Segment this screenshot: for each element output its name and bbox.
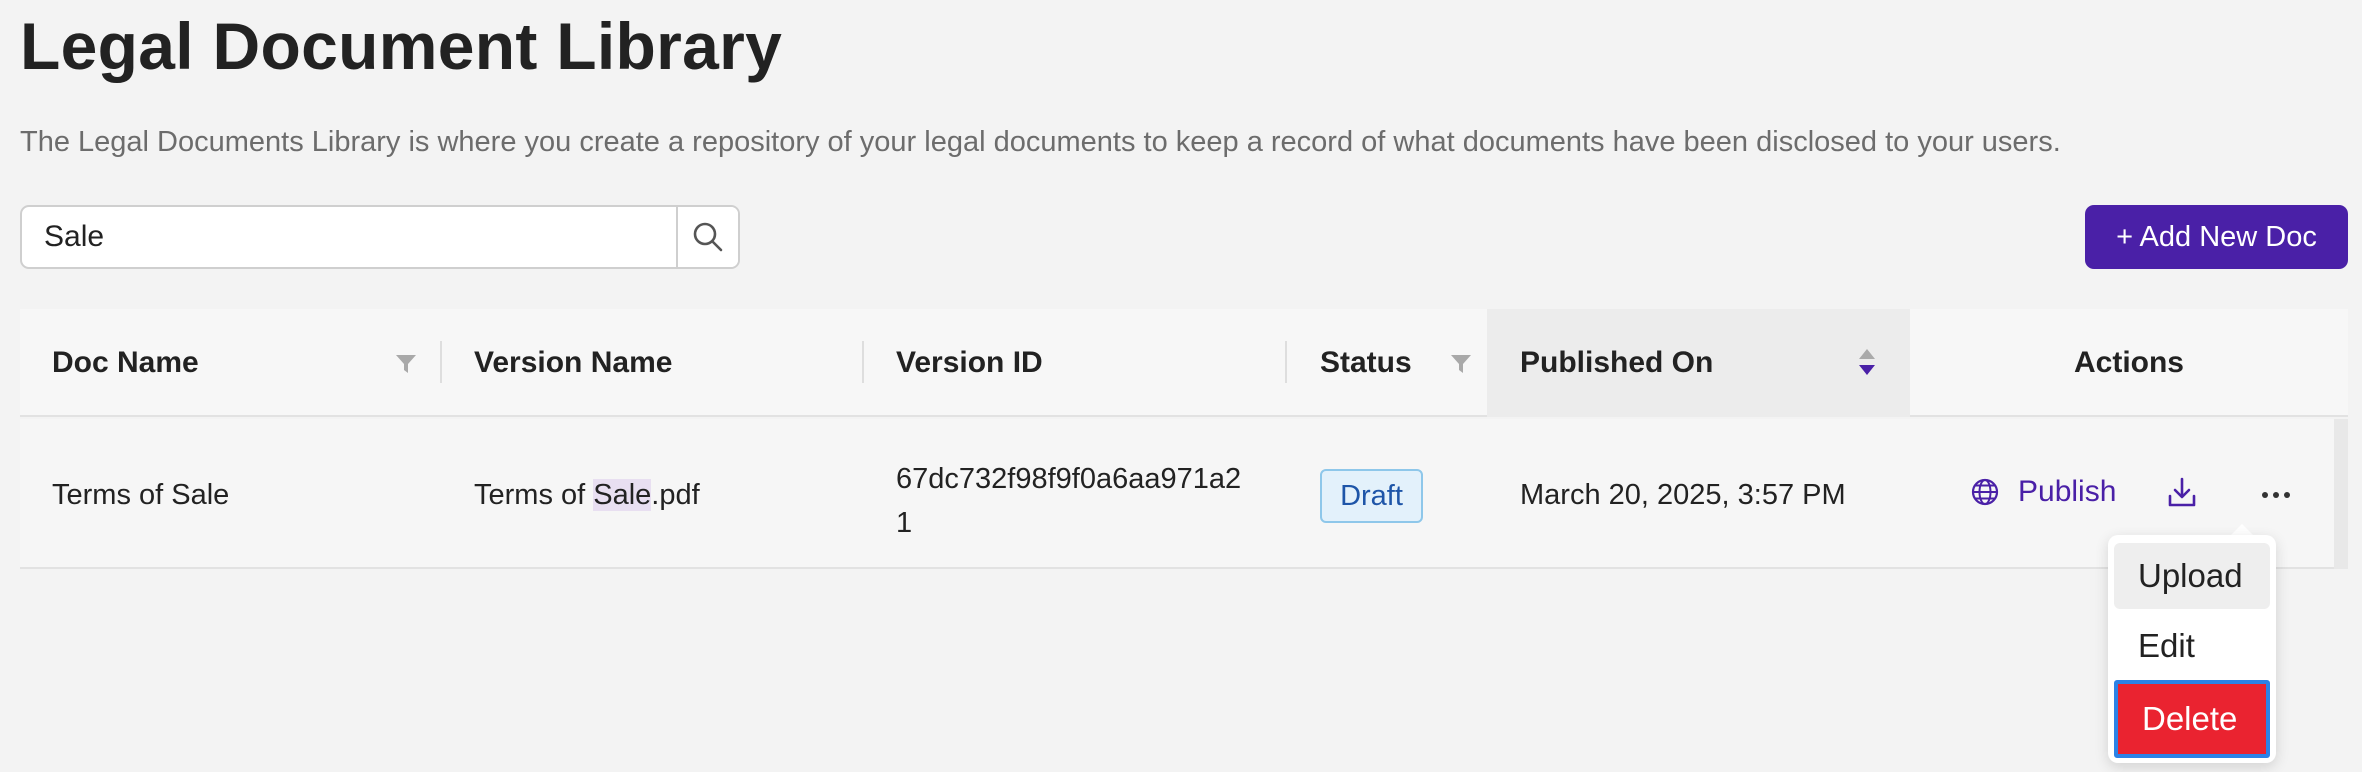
filter-icon[interactable]	[395, 353, 417, 375]
publish-label: Publish	[2018, 475, 2117, 508]
menu-item-edit[interactable]: Edit	[2114, 613, 2270, 679]
doc-name-cell: Terms of Sale	[52, 479, 230, 511]
column-header-version-id[interactable]: Version ID	[864, 309, 1287, 417]
column-header-version-name[interactable]: Version Name	[442, 309, 864, 417]
column-header-actions: Actions	[1910, 309, 2348, 417]
search-input[interactable]	[22, 207, 676, 267]
page-description: The Legal Documents Library is where you…	[20, 126, 2061, 158]
globe-icon	[1971, 478, 1999, 506]
version-id-cell: 67dc732f98f9f0a6aa971a2 1	[896, 457, 1241, 545]
download-icon[interactable]	[2166, 476, 2198, 510]
column-label: Actions	[2073, 346, 2184, 379]
search-button[interactable]	[676, 207, 738, 267]
column-label: Version Name	[474, 346, 673, 379]
version-name-suffix: .pdf	[651, 479, 700, 511]
version-name-prefix: Terms of	[474, 479, 594, 511]
column-label: Doc Name	[52, 346, 199, 379]
sort-icon[interactable]	[1857, 347, 1877, 377]
publish-button[interactable]: Publish	[1970, 475, 2116, 509]
search-highlight: Sale	[593, 479, 652, 511]
column-label: Version ID	[896, 346, 1043, 379]
search-icon	[693, 222, 723, 252]
actions-dropdown-menu: Upload Edit Delete	[2108, 535, 2276, 763]
version-id-line: 67dc732f98f9f0a6aa971a2	[896, 463, 1242, 495]
status-badge: Draft	[1320, 469, 1423, 523]
page-title: Legal Document Library	[20, 9, 783, 83]
published-on-cell: March 20, 2025, 3:57 PM	[1520, 479, 1846, 511]
column-label: Status	[1320, 346, 1412, 379]
search-box	[20, 205, 740, 269]
more-options-icon[interactable]	[2261, 491, 2291, 499]
filter-icon[interactable]	[1450, 353, 1472, 375]
documents-table: Doc Name Version Name Version ID Status …	[20, 309, 2348, 571]
version-id-line: 1	[896, 507, 913, 539]
table-row: Terms of Sale Terms of Sale.pdf 67dc732f…	[20, 419, 2348, 569]
add-new-doc-button[interactable]: + Add New Doc	[2085, 205, 2348, 269]
menu-item-delete[interactable]: Delete	[2114, 680, 2270, 758]
column-header-published-on[interactable]: Published On	[1487, 309, 1910, 417]
menu-item-upload[interactable]: Upload	[2114, 543, 2270, 609]
version-name-cell[interactable]: Terms of Sale.pdf	[474, 479, 700, 512]
column-header-status[interactable]: Status	[1287, 309, 1487, 417]
table-header: Doc Name Version Name Version ID Status …	[20, 309, 2348, 417]
scrollbar[interactable]	[2334, 419, 2348, 569]
column-header-doc-name[interactable]: Doc Name	[20, 309, 442, 417]
column-label: Published On	[1520, 346, 1714, 379]
